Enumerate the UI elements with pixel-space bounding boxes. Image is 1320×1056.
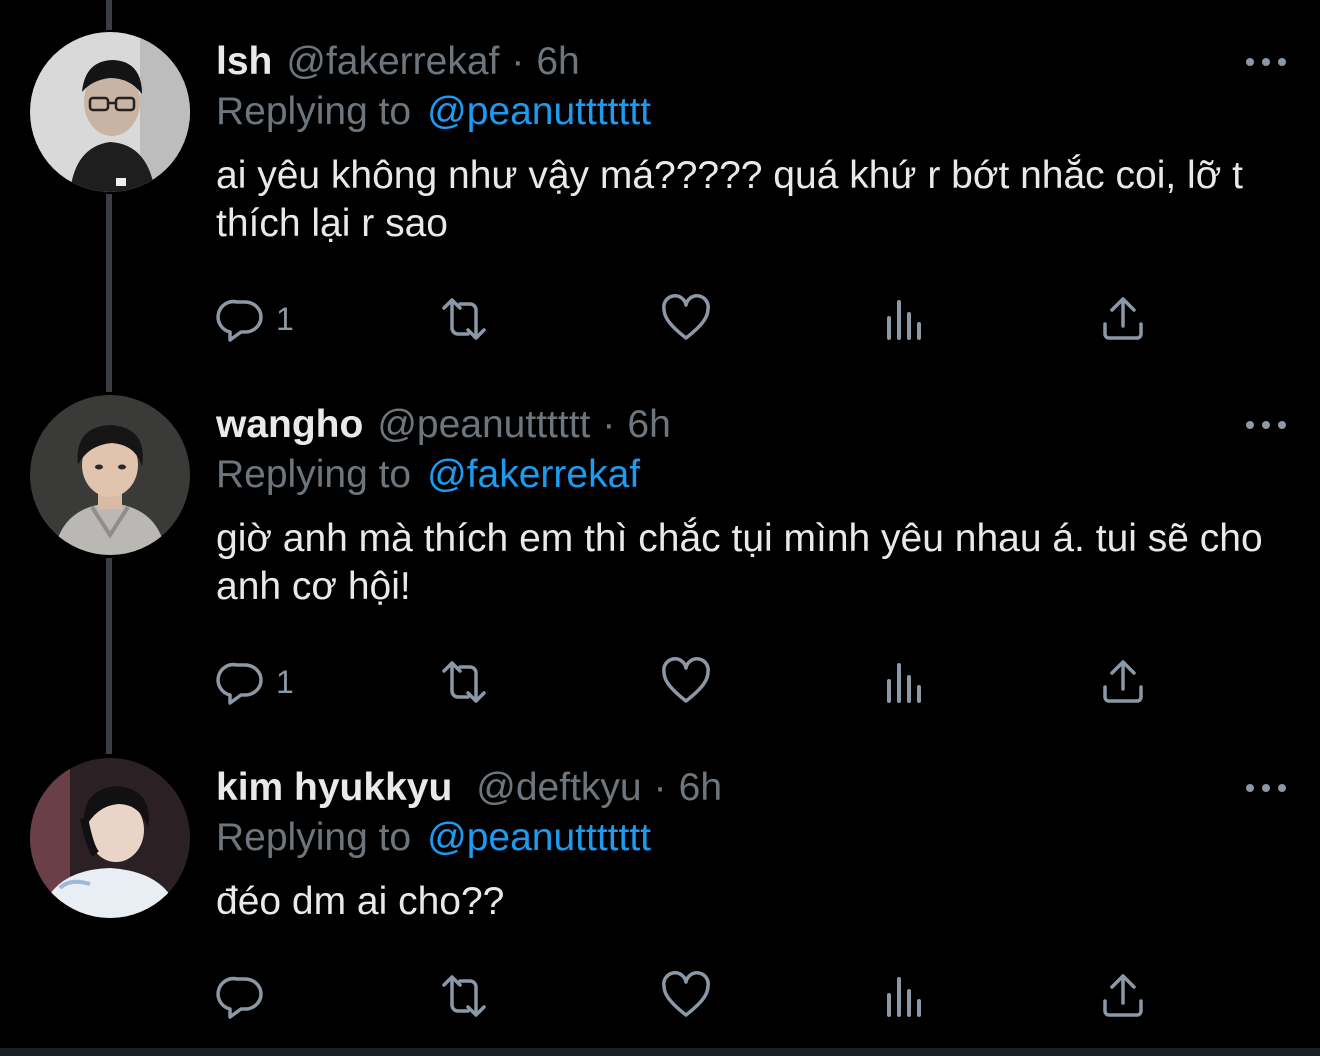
replying-to: Replying to @peanuttttttt bbox=[216, 816, 651, 860]
avatar-image bbox=[30, 758, 190, 918]
analytics-button[interactable] bbox=[884, 294, 928, 344]
like-icon bbox=[662, 971, 710, 1017]
reply-count: 1 bbox=[276, 663, 294, 700]
reply-icon bbox=[216, 299, 263, 342]
avatar-image bbox=[30, 395, 190, 555]
share-button[interactable] bbox=[1100, 657, 1146, 707]
like-icon bbox=[662, 294, 710, 340]
replying-to-label: Replying to bbox=[216, 453, 412, 496]
avatar[interactable] bbox=[30, 758, 190, 918]
user-handle[interactable]: @deftkyu bbox=[476, 766, 641, 810]
timestamp[interactable]: 6h bbox=[536, 40, 579, 84]
display-name[interactable]: lsh bbox=[216, 40, 272, 84]
separator-dot: · bbox=[602, 403, 616, 446]
replying-to-handle[interactable]: @fakerrekaf bbox=[427, 453, 640, 496]
reply-button[interactable]: 1 bbox=[216, 657, 294, 707]
reply-button[interactable] bbox=[216, 971, 276, 1021]
analytics-icon bbox=[887, 663, 921, 703]
share-button[interactable] bbox=[1100, 971, 1146, 1021]
retweet-button[interactable] bbox=[436, 971, 492, 1021]
thread-line-top bbox=[106, 0, 112, 30]
share-icon bbox=[1103, 297, 1143, 340]
separator-dot: · bbox=[511, 40, 525, 83]
reply-button[interactable]: 1 bbox=[216, 294, 294, 344]
share-icon bbox=[1103, 974, 1143, 1017]
tweet[interactable]: kim hyukkyu @deftkyu · 6h Replying to @pe… bbox=[0, 758, 1320, 1048]
tweet[interactable]: wangho @peanutttttt · 6h Replying to @fak… bbox=[0, 395, 1320, 725]
replying-to-handle[interactable]: @peanuttttttt bbox=[427, 816, 651, 859]
user-handle[interactable]: @peanutttttt bbox=[377, 403, 590, 447]
tweet-text: giờ anh mà thích em thì chắc tụi mình yê… bbox=[216, 517, 1263, 608]
more-icon[interactable] bbox=[1246, 778, 1286, 798]
like-button[interactable] bbox=[660, 971, 712, 1021]
action-bar bbox=[216, 971, 1176, 1021]
like-button[interactable] bbox=[660, 294, 712, 344]
user-handle[interactable]: @fakerrekaf bbox=[286, 40, 499, 84]
more-icon[interactable] bbox=[1246, 415, 1286, 435]
tweet-header: kim hyukkyu @deftkyu · 6h bbox=[216, 758, 722, 818]
timestamp[interactable]: 6h bbox=[627, 403, 670, 447]
avatar[interactable] bbox=[30, 32, 190, 192]
share-button[interactable] bbox=[1100, 294, 1146, 344]
replying-to: Replying to @peanuttttttt bbox=[216, 90, 651, 134]
display-name[interactable]: kim hyukkyu bbox=[216, 766, 452, 810]
replying-to-handle[interactable]: @peanuttttttt bbox=[427, 90, 651, 133]
action-bar: 1 bbox=[216, 657, 1176, 707]
replying-to-label: Replying to bbox=[216, 816, 412, 859]
more-icon[interactable] bbox=[1246, 52, 1286, 72]
reply-icon bbox=[216, 662, 263, 705]
avatar-image bbox=[30, 32, 190, 192]
reply-icon bbox=[216, 976, 263, 1019]
separator-dot: · bbox=[653, 766, 667, 809]
like-icon bbox=[662, 657, 710, 703]
retweet-button[interactable] bbox=[436, 294, 492, 344]
retweet-icon bbox=[442, 975, 486, 1017]
timestamp[interactable]: 6h bbox=[679, 766, 722, 810]
like-button[interactable] bbox=[660, 657, 712, 707]
tweet-header: lsh @fakerrekaf · 6h bbox=[216, 32, 580, 92]
tweet-text: ai yêu không như vậy má????? quá khứ r b… bbox=[216, 154, 1243, 245]
analytics-icon bbox=[887, 300, 921, 340]
tweet-header: wangho @peanutttttt · 6h bbox=[216, 395, 671, 455]
display-name[interactable]: wangho bbox=[216, 403, 363, 447]
analytics-icon bbox=[887, 977, 921, 1017]
retweet-icon bbox=[442, 661, 486, 703]
analytics-button[interactable] bbox=[884, 657, 928, 707]
tweet[interactable]: lsh @fakerrekaf · 6h Replying to @peanutt… bbox=[0, 32, 1320, 362]
avatar[interactable] bbox=[30, 395, 190, 555]
replying-to-label: Replying to bbox=[216, 90, 412, 133]
share-icon bbox=[1103, 660, 1143, 703]
retweet-button[interactable] bbox=[436, 657, 492, 707]
replying-to: Replying to @fakerrekaf bbox=[216, 453, 640, 497]
bottom-divider bbox=[0, 1048, 1320, 1056]
reply-count: 1 bbox=[276, 300, 294, 337]
analytics-button[interactable] bbox=[884, 971, 928, 1021]
retweet-icon bbox=[442, 298, 486, 340]
action-bar: 1 bbox=[216, 294, 1176, 344]
tweet-text: đéo dm ai cho?? bbox=[216, 880, 505, 923]
